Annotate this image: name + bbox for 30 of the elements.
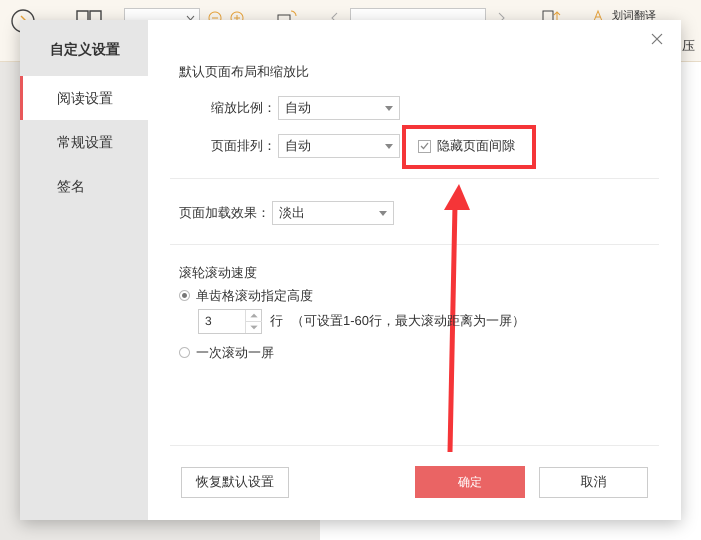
unit-label: 行 <box>270 312 283 330</box>
field-label: 页面排列： <box>210 137 277 156</box>
sidebar-item[interactable]: 签名 <box>20 164 148 208</box>
load-effect-select[interactable]: 淡出 <box>272 201 394 225</box>
toolbar-label: 压 <box>682 37 695 55</box>
radio-button[interactable] <box>179 290 190 302</box>
lines-spinner[interactable]: 3 <box>198 308 262 334</box>
arrange-select[interactable]: 自动 <box>278 134 400 158</box>
radio-button[interactable] <box>179 346 190 358</box>
close-icon[interactable] <box>651 33 663 45</box>
hide-gap-checkbox[interactable]: 隐藏页面间隙 <box>418 136 515 156</box>
radio-option[interactable]: 单齿格滚动指定高度 <box>179 286 650 306</box>
sidebar-item[interactable]: 阅读设置 <box>20 76 148 120</box>
translate-button[interactable]: 划词翻译 <box>592 8 656 24</box>
chevron-icon <box>186 15 195 21</box>
cancel-button[interactable]: 取消 <box>539 466 648 498</box>
dialog-title: 自定义设置 <box>49 40 121 59</box>
caret-icon <box>385 144 393 148</box>
checkbox-box[interactable] <box>418 140 431 152</box>
section-heading: 默认页面布局和缩放比 <box>179 63 310 81</box>
field-label: 页面加载效果： <box>179 204 271 222</box>
section-heading: 滚轮滚动速度 <box>179 264 258 282</box>
caret-icon <box>379 210 387 216</box>
zoom-select[interactable]: 自动 <box>278 96 400 120</box>
field-label: 缩放比例： <box>210 99 277 118</box>
check-icon <box>420 142 429 150</box>
radio-option[interactable]: 一次滚动一屏 <box>179 342 650 362</box>
caret-icon <box>385 106 393 110</box>
sidebar-item[interactable]: 常规设置 <box>20 120 148 164</box>
reset-button[interactable]: 恢复默认设置 <box>181 466 289 498</box>
